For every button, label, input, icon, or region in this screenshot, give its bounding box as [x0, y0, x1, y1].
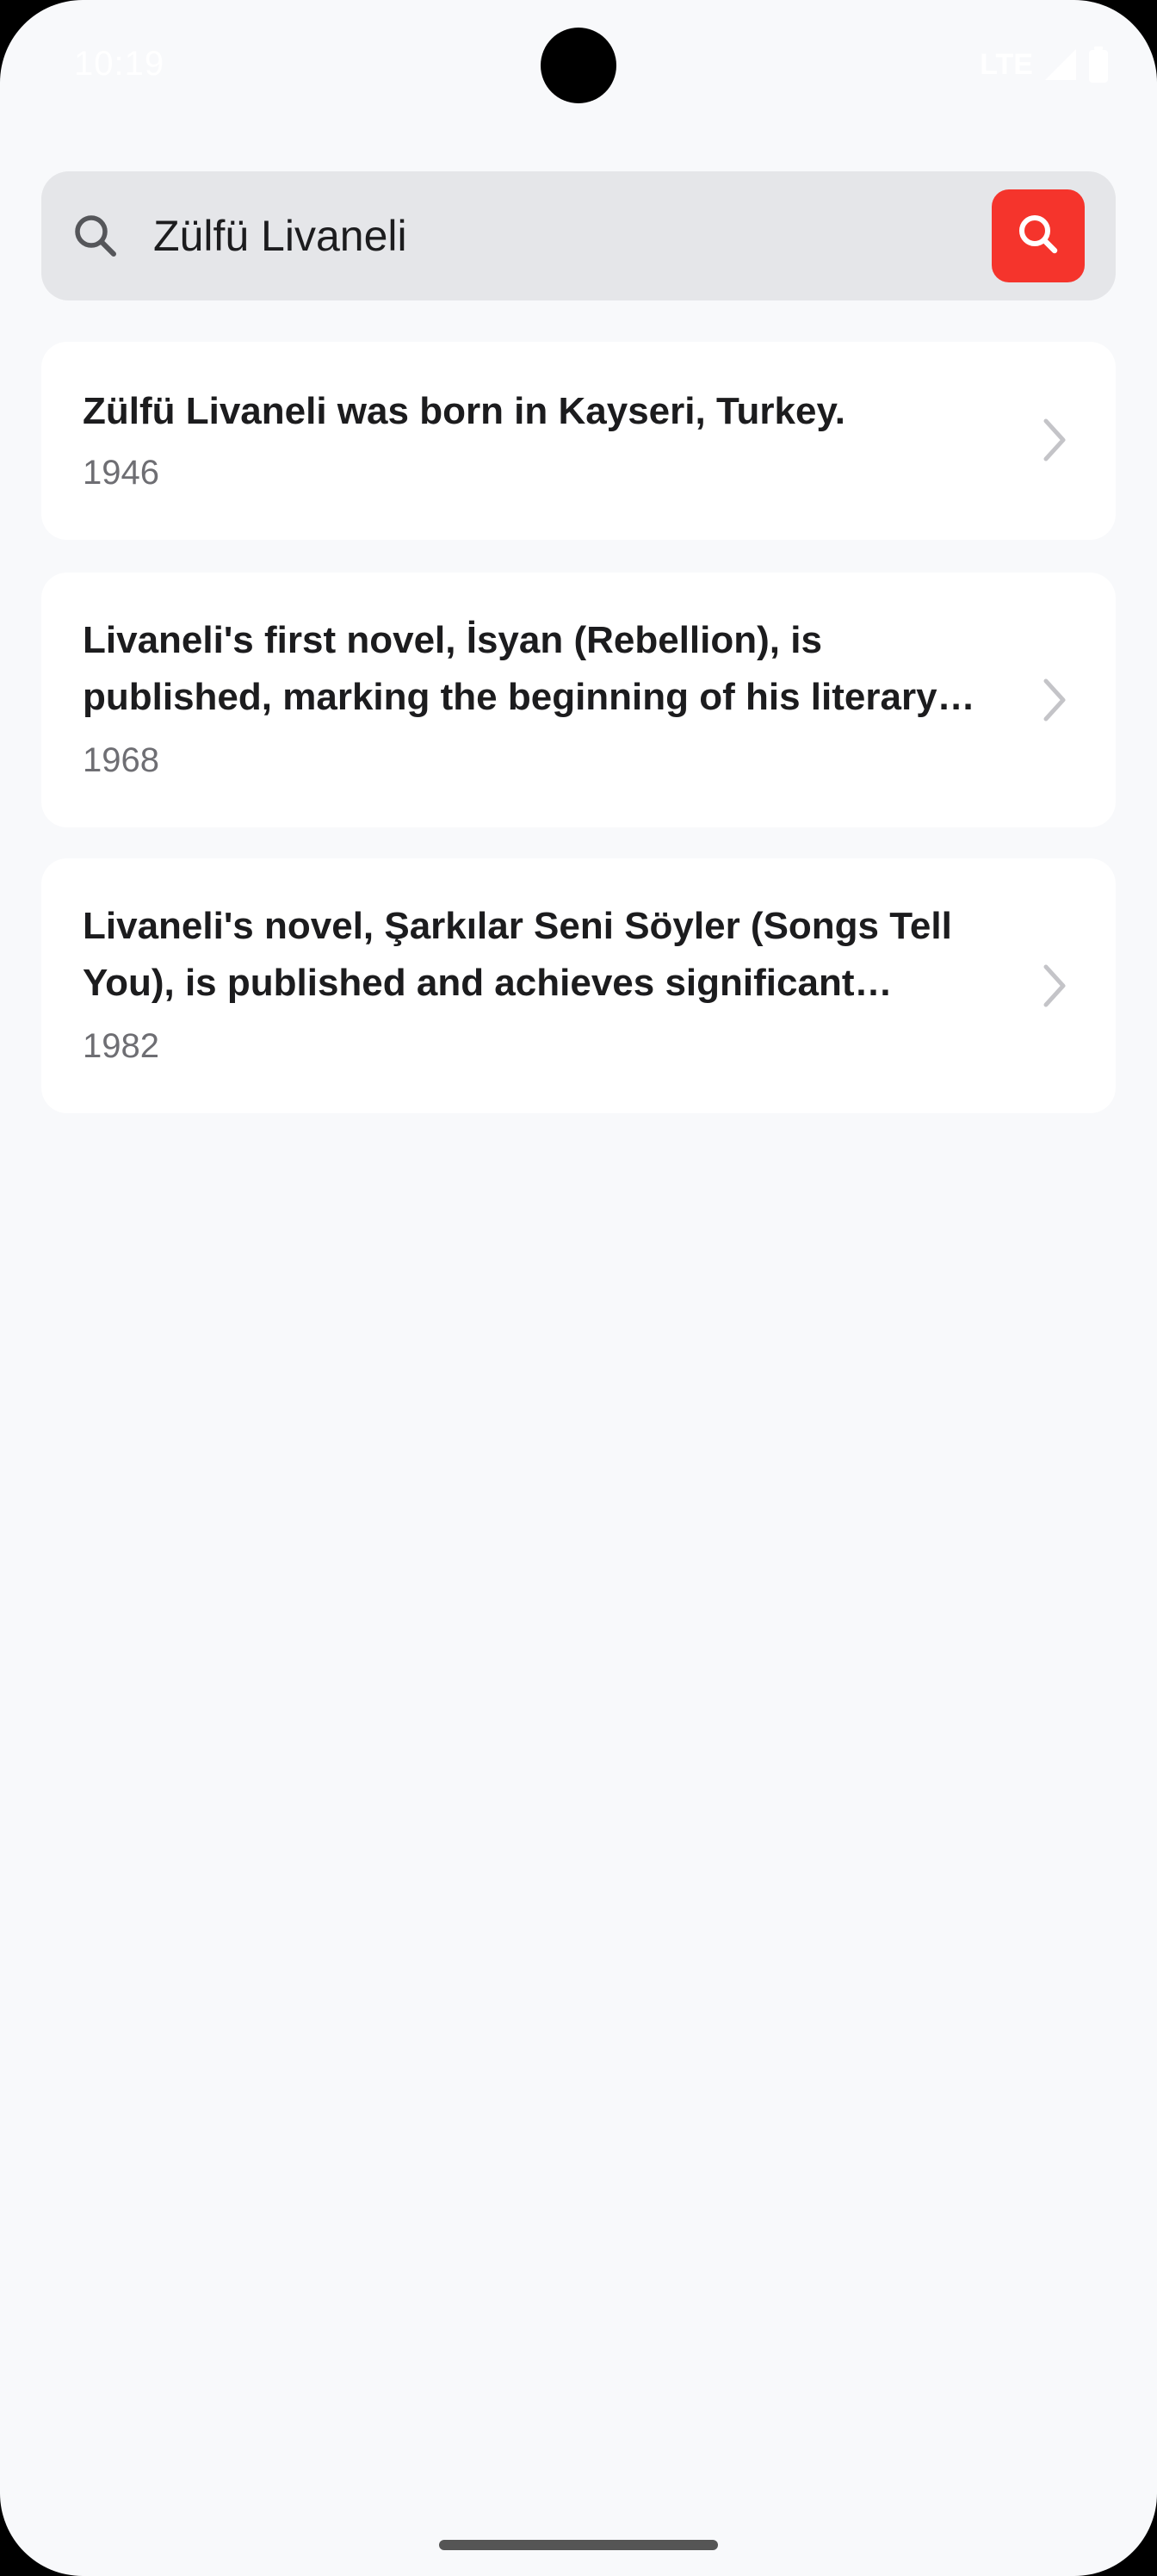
app-screen: 10:19 LTE Zülfü Livaneli Zülfü Livaneli … [0, 0, 1157, 2576]
search-icon [1016, 212, 1061, 261]
search-bar [41, 171, 1116, 300]
result-card[interactable]: Livaneli's novel, Şarkılar Seni Söyler (… [41, 858, 1116, 1113]
result-year: 1982 [83, 1027, 159, 1065]
chevron-right-icon [1042, 418, 1067, 462]
front-camera-cutout [541, 28, 616, 103]
status-indicators: LTE [980, 45, 1109, 84]
status-bar: 10:19 LTE [0, 0, 1157, 129]
result-year: 1968 [83, 741, 159, 779]
result-card[interactable]: Livaneli's first novel, İsyan (Rebellion… [41, 573, 1116, 827]
result-title: Livaneli's novel, Şarkılar Seni Söyler (… [83, 905, 952, 1004]
search-icon [72, 213, 119, 259]
result-card[interactable]: Zülfü Livaneli was born in Kayseri, Turk… [41, 342, 1116, 540]
network-type-label: LTE [980, 47, 1033, 81]
result-title: Livaneli's first novel, İsyan (Rebellion… [83, 619, 937, 718]
result-title: Zülfü Livaneli was born in Kayseri, Turk… [83, 390, 845, 432]
chevron-right-icon [1042, 678, 1067, 722]
battery-icon [1088, 46, 1109, 83]
search-input[interactable] [153, 197, 1005, 275]
status-time: 10:19 [74, 45, 165, 83]
home-indicator[interactable] [439, 2540, 718, 2550]
result-year: 1946 [83, 454, 159, 492]
signal-icon [1043, 47, 1078, 82]
search-button[interactable] [992, 189, 1085, 282]
chevron-right-icon [1042, 963, 1067, 1008]
